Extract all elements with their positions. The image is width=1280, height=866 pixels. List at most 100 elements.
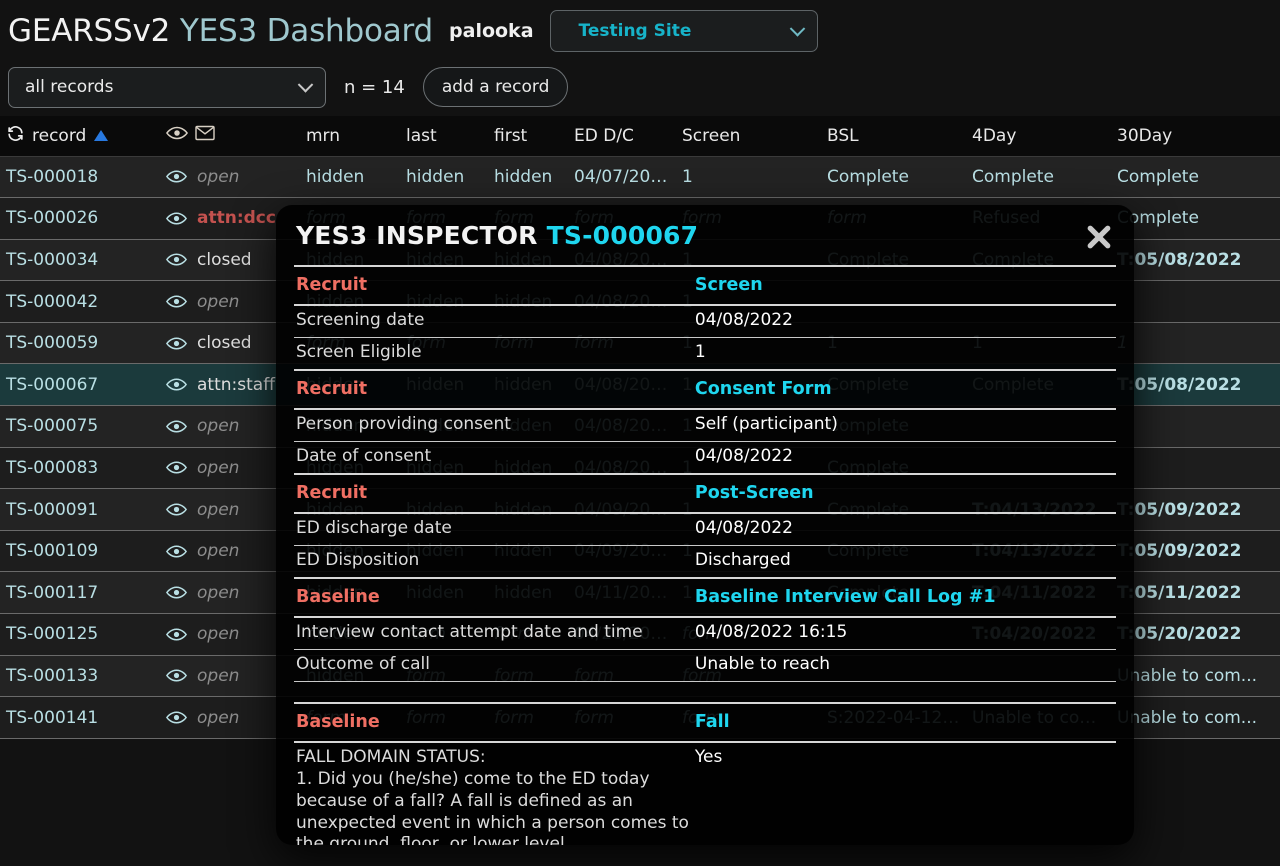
eye-icon[interactable] (165, 250, 188, 270)
status-badge: open (197, 166, 240, 187)
cell-record[interactable]: TS-000026 (0, 197, 160, 240)
cell-screen: 1 (676, 488, 821, 531)
column-header-mrn[interactable]: mrn (300, 116, 400, 157)
records-table-container: record mrn last first ED D/C Screen BSL … (0, 116, 1280, 739)
cell-record[interactable]: TS-000117 (0, 571, 160, 615)
status-badge: attn:dcc (197, 208, 276, 229)
cell-mrn: hidden (300, 156, 400, 199)
cell-status[interactable]: closed (160, 322, 300, 365)
cell-status[interactable]: open (160, 571, 300, 615)
cell-screen: form (676, 696, 821, 739)
cell-status[interactable]: open (160, 280, 300, 323)
cell-record[interactable]: TS-000109 (0, 530, 160, 573)
cell-record[interactable]: TS-000059 (0, 322, 160, 365)
table-row[interactable]: TS-000109 open hidden hidden hidden 04/09/202… (0, 530, 1280, 573)
cell-ed-dc: form (568, 655, 676, 698)
envelope-icon[interactable] (195, 125, 215, 146)
cell-record[interactable]: TS-000133 (0, 655, 160, 698)
cell-4day: T:04/13/2022 (966, 488, 1111, 531)
cell-status[interactable]: open (160, 696, 300, 739)
column-header-first[interactable]: first (488, 116, 568, 157)
column-header-bsl[interactable]: BSL (821, 116, 966, 157)
cell-record[interactable]: TS-000034 (0, 239, 160, 282)
cell-bsl (821, 655, 966, 698)
column-header-screen[interactable]: Screen (676, 116, 821, 157)
table-row[interactable]: TS-000075 open hidden hidden hidden 04/08/202… (0, 405, 1280, 448)
column-header-record[interactable]: record (0, 116, 160, 157)
cell-record[interactable]: TS-000083 (0, 447, 160, 490)
cell-mrn: form (300, 696, 400, 739)
cell-record[interactable]: TS-000018 (0, 156, 160, 199)
cell-record[interactable]: TS-000075 (0, 405, 160, 448)
cell-status[interactable]: open (160, 655, 300, 698)
add-record-button[interactable]: add a record (422, 67, 569, 107)
eye-icon[interactable] (165, 125, 189, 146)
eye-icon[interactable] (165, 583, 188, 603)
column-header-ed-dc[interactable]: ED D/C (568, 116, 676, 157)
cell-status[interactable]: open (160, 405, 300, 448)
site-select[interactable]: Testing Site (549, 10, 818, 52)
eye-icon[interactable] (165, 375, 188, 395)
cell-status[interactable]: open (160, 613, 300, 656)
table-row[interactable]: TS-000042 open hidden hidden hidden 04/08/202… (0, 280, 1280, 323)
cell-30day: T:05/08/2022 (1111, 363, 1280, 407)
brand-secondary: YES3 Dashboard (179, 13, 434, 49)
brand-primary: GEARSSv2 (8, 13, 171, 49)
cell-30day: T:05/11/2022 (1111, 571, 1280, 615)
table-row[interactable]: TS-000083 open hidden hidden hidden 04/08/202… (0, 447, 1280, 490)
table-row[interactable]: TS-000026 attn:dcc form form form form form for… (0, 197, 1280, 240)
table-row[interactable]: TS-000141 open form form form form form S:2022-… (0, 696, 1280, 739)
eye-icon[interactable] (165, 416, 188, 436)
table-row[interactable]: TS-000067 attn:staff hidden hidden hidden 04/… (0, 363, 1280, 407)
records-filter-select[interactable]: all records (8, 66, 326, 108)
status-badge: open (197, 582, 240, 603)
cell-record[interactable]: TS-000091 (0, 488, 160, 531)
cell-status[interactable]: attn:staff (160, 363, 300, 407)
cell-status[interactable]: attn:dcc (160, 197, 300, 240)
table-row[interactable]: TS-000059 closed form form form form 1 1 1 1 (0, 322, 1280, 365)
table-row[interactable]: TS-000091 open hidden hidden hidden 04/09/202… (0, 488, 1280, 531)
table-row[interactable]: TS-000018 open hidden hidden hidden 04/07/202… (0, 156, 1280, 199)
cell-ed-dc: form (568, 197, 676, 240)
column-header-4day[interactable]: 4Day (966, 116, 1111, 157)
cell-record[interactable]: TS-000141 (0, 696, 160, 739)
cell-status[interactable]: open (160, 530, 300, 573)
cell-last: hidden (400, 363, 488, 407)
eye-icon[interactable] (165, 292, 188, 312)
status-badge: open (197, 291, 240, 312)
eye-icon[interactable] (165, 333, 188, 353)
cell-record[interactable]: TS-000067 (0, 363, 160, 407)
status-badge: closed (197, 333, 252, 354)
cell-status[interactable]: open (160, 156, 300, 199)
cell-record[interactable]: TS-000125 (0, 613, 160, 656)
eye-icon[interactable] (165, 666, 188, 686)
column-header-last[interactable]: last (400, 116, 488, 157)
eye-icon[interactable] (165, 541, 188, 561)
refresh-icon[interactable] (6, 124, 25, 148)
table-row[interactable]: TS-000117 open hidden hidden hidden 04/11/202… (0, 571, 1280, 615)
eye-icon[interactable] (165, 624, 188, 644)
cell-record[interactable]: TS-000042 (0, 280, 160, 323)
cell-4day: 1 (966, 322, 1111, 365)
cell-4day: Refused (966, 197, 1111, 240)
eye-icon[interactable] (165, 458, 188, 478)
cell-ed-dc: 04/20/2022 (568, 613, 676, 656)
cell-status[interactable]: closed (160, 239, 300, 282)
cell-status[interactable]: open (160, 447, 300, 490)
table-row[interactable]: TS-000034 closed hidden hidden hidden 04/08/2… (0, 239, 1280, 282)
eye-icon[interactable] (165, 500, 188, 520)
cell-last: hidden (400, 488, 488, 531)
table-row[interactable]: TS-000125 open hidden form form 04/20/2022 for… (0, 613, 1280, 656)
cell-status[interactable]: open (160, 488, 300, 531)
inspector-field-row: FALL DOMAIN STATUS: 1. Did you (he/she) … (294, 742, 1116, 845)
eye-icon[interactable] (165, 167, 188, 187)
table-row[interactable]: TS-000133 open hidden form form form form Unabl… (0, 655, 1280, 698)
cell-ed-dc: form (568, 696, 676, 739)
current-user-label: palooka (449, 20, 534, 42)
table-header-row: record mrn last first ED D/C Screen BSL … (0, 116, 1280, 157)
eye-icon[interactable] (165, 708, 188, 728)
column-header-30day[interactable]: 30Day (1111, 116, 1280, 157)
eye-icon[interactable] (165, 208, 188, 228)
cell-mrn: hidden (300, 239, 400, 282)
sort-ascending-icon[interactable] (94, 130, 109, 142)
